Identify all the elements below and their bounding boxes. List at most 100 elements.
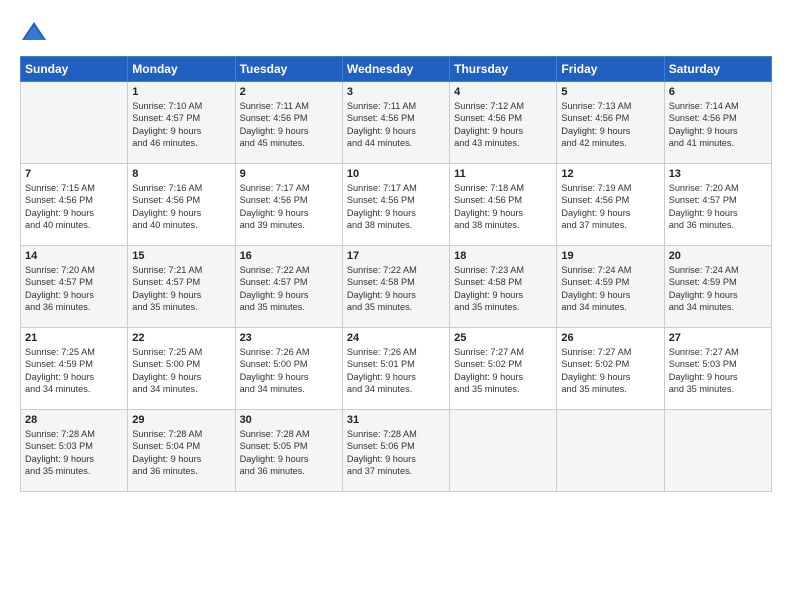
calendar-week: 14 Sunrise: 7:20 AMSunset: 4:57 PMDayligh…: [21, 246, 772, 328]
day-number: 30: [240, 414, 338, 426]
calendar-week: 7 Sunrise: 7:15 AMSunset: 4:56 PMDaylight…: [21, 164, 772, 246]
day-number: 23: [240, 332, 338, 344]
cell-details: Sunrise: 7:26 AMSunset: 5:00 PMDaylight:…: [240, 346, 338, 396]
calendar-cell: 12 Sunrise: 7:19 AMSunset: 4:56 PMDayligh…: [557, 164, 664, 246]
cell-details: Sunrise: 7:19 AMSunset: 4:56 PMDaylight:…: [561, 182, 659, 232]
cell-details: Sunrise: 7:28 AMSunset: 5:03 PMDaylight:…: [25, 428, 123, 478]
day-number: 14: [25, 250, 123, 262]
day-number: 16: [240, 250, 338, 262]
header: [20, 18, 772, 46]
cell-details: Sunrise: 7:21 AMSunset: 4:57 PMDaylight:…: [132, 264, 230, 314]
cell-details: Sunrise: 7:22 AMSunset: 4:57 PMDaylight:…: [240, 264, 338, 314]
calendar-week: 1 Sunrise: 7:10 AMSunset: 4:57 PMDaylight…: [21, 82, 772, 164]
calendar-cell: 11 Sunrise: 7:18 AMSunset: 4:56 PMDayligh…: [450, 164, 557, 246]
day-number: 15: [132, 250, 230, 262]
day-number: 9: [240, 168, 338, 180]
day-number: 13: [669, 168, 767, 180]
day-number: 26: [561, 332, 659, 344]
calendar-week: 28 Sunrise: 7:28 AMSunset: 5:03 PMDayligh…: [21, 410, 772, 492]
cell-details: Sunrise: 7:10 AMSunset: 4:57 PMDaylight:…: [132, 100, 230, 150]
day-number: 31: [347, 414, 445, 426]
calendar-cell: 27Sunrise: 7:27 AMSunset: 5:03 PMDayligh…: [664, 328, 771, 410]
cell-details: Sunrise: 7:15 AMSunset: 4:56 PMDaylight:…: [25, 182, 123, 232]
cell-details: Sunrise: 7:28 AMSunset: 5:06 PMDaylight:…: [347, 428, 445, 478]
cell-details: Sunrise: 7:25 AMSunset: 4:59 PMDaylight:…: [25, 346, 123, 396]
calendar-cell: 10Sunrise: 7:17 AMSunset: 4:56 PMDayligh…: [342, 164, 449, 246]
calendar-cell: 20 Sunrise: 7:24 AMSunset: 4:59 PMDayligh…: [664, 246, 771, 328]
day-number: 4: [454, 86, 552, 98]
day-number: 12: [561, 168, 659, 180]
calendar-cell: 24 Sunrise: 7:26 AMSunset: 5:01 PMDayligh…: [342, 328, 449, 410]
cell-details: Sunrise: 7:27 AMSunset: 5:02 PMDaylight:…: [561, 346, 659, 396]
day-number: 8: [132, 168, 230, 180]
day-number: 7: [25, 168, 123, 180]
header-day: Thursday: [450, 57, 557, 82]
calendar-cell: 17Sunrise: 7:22 AMSunset: 4:58 PMDayligh…: [342, 246, 449, 328]
calendar-cell: 4Sunrise: 7:12 AMSunset: 4:56 PMDaylight…: [450, 82, 557, 164]
header-day: Wednesday: [342, 57, 449, 82]
calendar-cell: 28 Sunrise: 7:28 AMSunset: 5:03 PMDayligh…: [21, 410, 128, 492]
day-number: 18: [454, 250, 552, 262]
calendar-cell: 21 Sunrise: 7:25 AMSunset: 4:59 PMDayligh…: [21, 328, 128, 410]
day-number: 19: [561, 250, 659, 262]
header-day: Saturday: [664, 57, 771, 82]
calendar-cell: 31 Sunrise: 7:28 AMSunset: 5:06 PMDayligh…: [342, 410, 449, 492]
header-day: Sunday: [21, 57, 128, 82]
calendar-cell: 18 Sunrise: 7:23 AMSunset: 4:58 PMDayligh…: [450, 246, 557, 328]
header-row: SundayMondayTuesdayWednesdayThursdayFrid…: [21, 57, 772, 82]
header-day: Monday: [128, 57, 235, 82]
day-number: 20: [669, 250, 767, 262]
calendar-cell: 9 Sunrise: 7:17 AMSunset: 4:56 PMDaylight…: [235, 164, 342, 246]
calendar-table: SundayMondayTuesdayWednesdayThursdayFrid…: [20, 56, 772, 492]
cell-details: Sunrise: 7:16 AMSunset: 4:56 PMDaylight:…: [132, 182, 230, 232]
cell-details: Sunrise: 7:20 AMSunset: 4:57 PMDaylight:…: [669, 182, 767, 232]
cell-details: Sunrise: 7:28 AMSunset: 5:05 PMDaylight:…: [240, 428, 338, 478]
cell-details: Sunrise: 7:24 AMSunset: 4:59 PMDaylight:…: [561, 264, 659, 314]
day-number: 10: [347, 168, 445, 180]
cell-details: Sunrise: 7:24 AMSunset: 4:59 PMDaylight:…: [669, 264, 767, 314]
calendar-cell: 15 Sunrise: 7:21 AMSunset: 4:57 PMDayligh…: [128, 246, 235, 328]
calendar-cell: 2 Sunrise: 7:11 AMSunset: 4:56 PMDaylight…: [235, 82, 342, 164]
day-number: 22: [132, 332, 230, 344]
day-number: 6: [669, 86, 767, 98]
cell-details: Sunrise: 7:26 AMSunset: 5:01 PMDaylight:…: [347, 346, 445, 396]
cell-details: Sunrise: 7:20 AMSunset: 4:57 PMDaylight:…: [25, 264, 123, 314]
calendar-cell: 6 Sunrise: 7:14 AMSunset: 4:56 PMDaylight…: [664, 82, 771, 164]
cell-details: Sunrise: 7:13 AMSunset: 4:56 PMDaylight:…: [561, 100, 659, 150]
calendar-cell: 16 Sunrise: 7:22 AMSunset: 4:57 PMDayligh…: [235, 246, 342, 328]
page: SundayMondayTuesdayWednesdayThursdayFrid…: [0, 0, 792, 612]
calendar-cell: 25 Sunrise: 7:27 AMSunset: 5:02 PMDayligh…: [450, 328, 557, 410]
day-number: 25: [454, 332, 552, 344]
cell-details: Sunrise: 7:14 AMSunset: 4:56 PMDaylight:…: [669, 100, 767, 150]
calendar-cell: 14 Sunrise: 7:20 AMSunset: 4:57 PMDayligh…: [21, 246, 128, 328]
day-number: 11: [454, 168, 552, 180]
day-number: 1: [132, 86, 230, 98]
header-day: Friday: [557, 57, 664, 82]
cell-details: Sunrise: 7:25 AMSunset: 5:00 PMDaylight:…: [132, 346, 230, 396]
cell-details: Sunrise: 7:17 AMSunset: 4:56 PMDaylight:…: [240, 182, 338, 232]
calendar-cell: 29Sunrise: 7:28 AMSunset: 5:04 PMDayligh…: [128, 410, 235, 492]
cell-details: Sunrise: 7:27 AMSunset: 5:03 PMDaylight:…: [669, 346, 767, 396]
calendar-cell: 23 Sunrise: 7:26 AMSunset: 5:00 PMDayligh…: [235, 328, 342, 410]
day-number: 2: [240, 86, 338, 98]
day-number: 5: [561, 86, 659, 98]
day-number: 24: [347, 332, 445, 344]
day-number: 28: [25, 414, 123, 426]
cell-details: Sunrise: 7:11 AMSunset: 4:56 PMDaylight:…: [240, 100, 338, 150]
calendar-cell: [21, 82, 128, 164]
cell-details: Sunrise: 7:18 AMSunset: 4:56 PMDaylight:…: [454, 182, 552, 232]
calendar-cell: 22 Sunrise: 7:25 AMSunset: 5:00 PMDayligh…: [128, 328, 235, 410]
calendar-cell: [450, 410, 557, 492]
cell-details: Sunrise: 7:22 AMSunset: 4:58 PMDaylight:…: [347, 264, 445, 314]
day-number: 3: [347, 86, 445, 98]
cell-details: Sunrise: 7:23 AMSunset: 4:58 PMDaylight:…: [454, 264, 552, 314]
day-number: 21: [25, 332, 123, 344]
calendar-cell: 8 Sunrise: 7:16 AMSunset: 4:56 PMDaylight…: [128, 164, 235, 246]
calendar-cell: 30 Sunrise: 7:28 AMSunset: 5:05 PMDayligh…: [235, 410, 342, 492]
calendar-cell: [557, 410, 664, 492]
calendar-cell: 3 Sunrise: 7:11 AMSunset: 4:56 PMDaylight…: [342, 82, 449, 164]
logo-icon: [20, 18, 48, 46]
cell-details: Sunrise: 7:11 AMSunset: 4:56 PMDaylight:…: [347, 100, 445, 150]
calendar-cell: 7 Sunrise: 7:15 AMSunset: 4:56 PMDaylight…: [21, 164, 128, 246]
cell-details: Sunrise: 7:27 AMSunset: 5:02 PMDaylight:…: [454, 346, 552, 396]
